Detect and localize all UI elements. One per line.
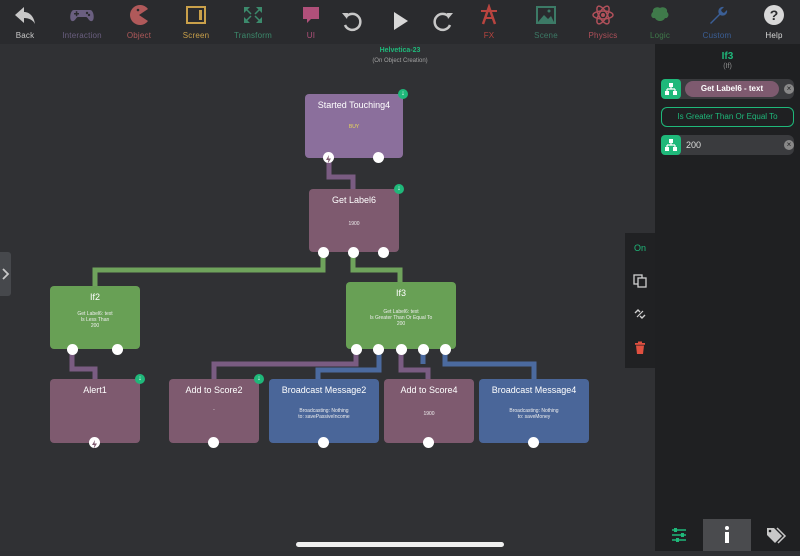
back-button[interactable]: Back [0, 2, 55, 42]
lightning-icon [326, 155, 331, 164]
info-icon [725, 526, 729, 543]
copy-icon [633, 274, 647, 288]
sliders-icon [672, 528, 686, 542]
interaction-button[interactable]: Interaction [52, 2, 112, 42]
custom-button[interactable]: Custom [687, 2, 747, 42]
hierarchy-icon [661, 79, 681, 99]
tab-info[interactable] [703, 519, 751, 551]
delete-button[interactable] [625, 341, 655, 357]
output-port[interactable] [208, 437, 219, 448]
home-indicator[interactable] [296, 542, 504, 547]
condition-left-value: Get Label6 - text [685, 81, 779, 97]
brain-icon [651, 7, 669, 21]
physics-button[interactable]: Physics [573, 2, 633, 42]
back-arrow-icon [15, 7, 35, 24]
output-port[interactable] [351, 344, 362, 355]
undo-icon [342, 12, 362, 32]
download-icon[interactable]: ↓ [398, 89, 408, 99]
download-icon[interactable]: ↓ [394, 184, 404, 194]
trash-icon [635, 341, 645, 354]
top-toolbar: Back Interaction Object Screen Transform… [0, 0, 800, 44]
panel-title: If3 [721, 51, 734, 62]
wrench-icon [710, 6, 728, 25]
scene-button[interactable]: Scene [516, 2, 576, 42]
node-alert[interactable]: Alert1 ↓ [50, 374, 145, 449]
copy-button[interactable] [625, 274, 655, 290]
properties-panel: If3 (If) Get Label6 - text × Is Greater … [655, 44, 800, 551]
node-context-menu: On [625, 233, 655, 368]
node-add-to-score4[interactable]: Add to Score4 1900 [384, 379, 474, 448]
atom-icon [592, 5, 614, 25]
svg-text:?: ? [770, 7, 779, 23]
play-icon [394, 12, 408, 30]
gamepad-icon [70, 10, 94, 22]
fx-button[interactable]: FX [459, 2, 519, 42]
output-port[interactable] [318, 247, 329, 258]
transform-button[interactable]: Transform [223, 2, 283, 42]
output-port[interactable] [378, 247, 389, 258]
tab-properties[interactable] [655, 519, 703, 551]
object-button[interactable]: Object [109, 2, 169, 42]
panel-subtitle: (If) [723, 63, 732, 70]
pacman-icon [130, 5, 148, 26]
node-if3[interactable]: If3 Get Label6: text Is Greater Than Or … [346, 282, 456, 355]
node-get-label[interactable]: Get Label6 1900 ↓ [309, 184, 404, 258]
output-port[interactable] [396, 344, 407, 355]
output-port[interactable] [348, 247, 359, 258]
screen-frame-icon [186, 6, 206, 24]
output-port[interactable] [373, 152, 384, 163]
trigger-port[interactable] [323, 152, 334, 164]
output-port[interactable] [67, 344, 78, 355]
transform-icon [244, 7, 262, 23]
clear-icon[interactable]: × [784, 140, 794, 150]
output-port[interactable] [418, 344, 429, 355]
output-port[interactable] [423, 437, 434, 448]
toggle-on-button[interactable]: On [625, 243, 655, 253]
undo-button[interactable] [327, 2, 377, 42]
landscape-image-icon [536, 6, 556, 24]
operator-select[interactable]: Is Greater Than Or Equal To [661, 107, 794, 127]
hierarchy-icon [661, 135, 681, 155]
tags-icon [767, 527, 787, 544]
condition-right-field[interactable]: 200 × [661, 135, 794, 155]
output-port[interactable] [112, 344, 123, 355]
download-icon[interactable]: ↓ [135, 374, 145, 384]
question-icon: ? [764, 5, 784, 25]
trigger-port[interactable] [89, 437, 100, 449]
screen-button[interactable]: Screen [166, 2, 226, 42]
behavior-canvas[interactable]: Helvetica-23 (On Object Creation) Starte… [0, 44, 655, 551]
lightning-icon [92, 440, 97, 449]
tab-tags[interactable] [751, 519, 800, 551]
condition-right-value: 200 [686, 140, 702, 150]
redo-icon [433, 12, 453, 32]
node-if2[interactable]: If2 Get Label6: text Is Less Than 200 [50, 286, 140, 355]
output-port[interactable] [528, 437, 539, 448]
output-port[interactable] [440, 344, 451, 355]
clear-icon[interactable]: × [784, 84, 794, 94]
node-broadcast-message4[interactable]: Broadcast Message4 Broadcasting: Nothing… [479, 379, 589, 448]
output-port[interactable] [373, 344, 384, 355]
node-broadcast-message2[interactable]: Broadcast Message2 Broadcasting: Nothing… [269, 379, 379, 448]
unlink-button[interactable] [625, 307, 655, 323]
unlink-icon [634, 309, 646, 319]
fx-letter-icon [481, 4, 497, 25]
help-button[interactable]: ? Help [744, 2, 800, 42]
speech-bubble-icon [303, 7, 319, 23]
output-port[interactable] [318, 437, 329, 448]
node-add-to-score2[interactable]: Add to Score2 - ↓ [169, 374, 264, 448]
node-started-touching[interactable]: Started Touching4 BUY ↓ [305, 89, 408, 164]
condition-left-field[interactable]: Get Label6 - text × [661, 79, 794, 99]
download-icon[interactable]: ↓ [254, 374, 264, 384]
logic-button[interactable]: Logic [630, 2, 690, 42]
